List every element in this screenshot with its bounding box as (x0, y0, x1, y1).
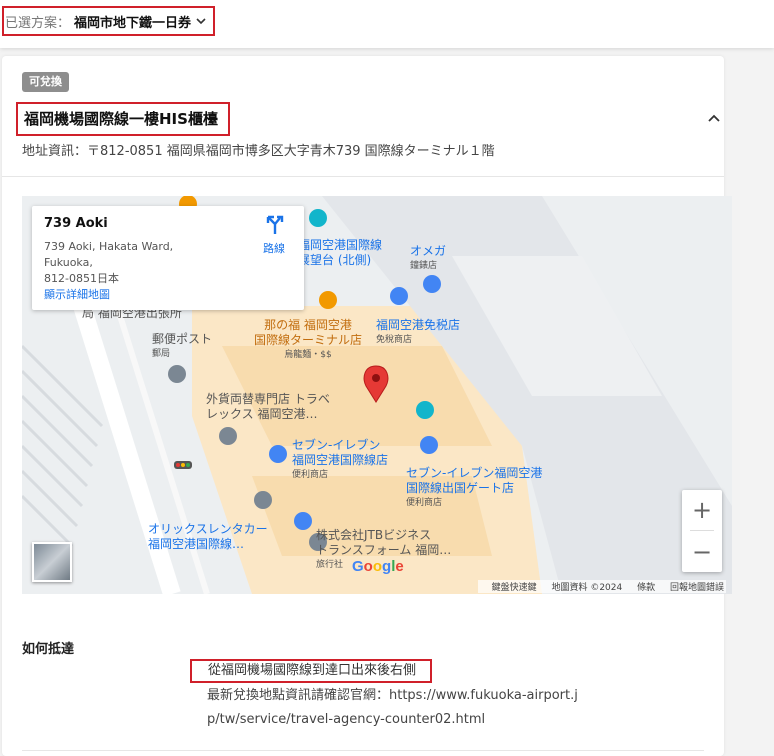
keyboard-shortcuts-link[interactable]: 鍵盤快速鍵 (492, 583, 537, 593)
plan-prefix: 已選方案： (5, 15, 71, 31)
directions-button[interactable]: 路線 (252, 214, 296, 256)
plan-value: 福岡市地下鐵一日券 (74, 15, 192, 31)
place-info-card: 739 Aoki 739 Aoki, Hakata Ward, Fukuoka,… (32, 206, 304, 310)
map-label-seven-eleven-1[interactable]: セブン-イレブン 福岡空港国際線店 便利商店 (292, 438, 388, 483)
collapse-button[interactable] (700, 104, 728, 132)
redeemable-badge: 可兌換 (22, 72, 69, 92)
map-label-nanofuku[interactable]: 那の福 福岡空港 国際線ターミナル店 烏龍麵・$$ (254, 318, 362, 363)
chevron-down-icon (196, 18, 206, 25)
divider (22, 750, 704, 751)
map-label-observation[interactable]: 福岡空港国際線 展望台 (北側) (298, 238, 382, 268)
satellite-view-toggle[interactable] (32, 542, 72, 582)
chevron-up-icon (708, 114, 720, 122)
zoom-separator (690, 530, 714, 531)
map-label-seven-eleven-2[interactable]: セブン-イレブン福岡空港 国際線出国ゲート店 便利商店 (406, 466, 542, 511)
how-to-reach-note: 最新兌換地點資訊請確認官網：https://www.fukuoka-airpor… (207, 688, 578, 727)
map-label-travelex[interactable]: 外貨両替専門店 トラベ レックス 福岡空港… (206, 392, 330, 422)
how-to-reach-title: 如何抵達 (22, 642, 75, 657)
zoom-controls: + − (682, 490, 722, 572)
location-card: 可兌換 福岡機場國際線一樓HIS櫃檯 地址資訊：〒812-0851 福岡県福岡市… (2, 56, 732, 756)
directions-icon (266, 215, 284, 234)
map-attribution: 鍵盤快速鍵 地圖資料 ©2024 條款 回報地圖錯誤 (477, 580, 726, 593)
map-data-label: 地圖資料 ©2024 (551, 583, 623, 593)
place-address: 739 Aoki, Hakata Ward, Fukuoka, 812-0851… (44, 240, 174, 285)
top-bar: 已選方案： 福岡市地下鐵一日券 (0, 0, 774, 48)
zoom-out-button[interactable]: − (682, 532, 722, 572)
map-label-omega[interactable]: オメガ 鐘錶店 (410, 244, 446, 274)
google-logo: Google (352, 558, 404, 575)
view-larger-map-link[interactable]: 顯示詳細地圖 (44, 286, 110, 302)
directions-label: 路線 (263, 242, 285, 255)
report-error-link[interactable]: 回報地圖錯誤 (670, 583, 724, 593)
terms-link[interactable]: 條款 (637, 583, 655, 593)
zoom-in-button[interactable]: + (682, 490, 722, 530)
plan-selector[interactable]: 已選方案： 福岡市地下鐵一日券 (2, 6, 216, 36)
map-label-orix[interactable]: オリックスレンタカー 福岡空港国際線… (148, 522, 268, 552)
location-address: 地址資訊：〒812-0851 福岡県福岡市博多区大字青木739 国際線ターミナル… (22, 144, 495, 159)
location-title: 福岡機場國際線一樓HIS櫃檯 (16, 102, 230, 136)
divider (2, 176, 724, 177)
how-to-reach-step: 從福岡機場國際線到達口出來後右側 (190, 659, 433, 683)
map-label-duty-free[interactable]: 福岡空港免税店 免稅商店 (376, 318, 460, 348)
map-label-post[interactable]: 郵便ポスト 郵局 (152, 332, 212, 362)
map-embed[interactable]: 福岡空港国際線 展望台 (北側) オメガ 鐘錶店 福岡空港免税店 免稅商店 那の福 福… (22, 196, 732, 594)
